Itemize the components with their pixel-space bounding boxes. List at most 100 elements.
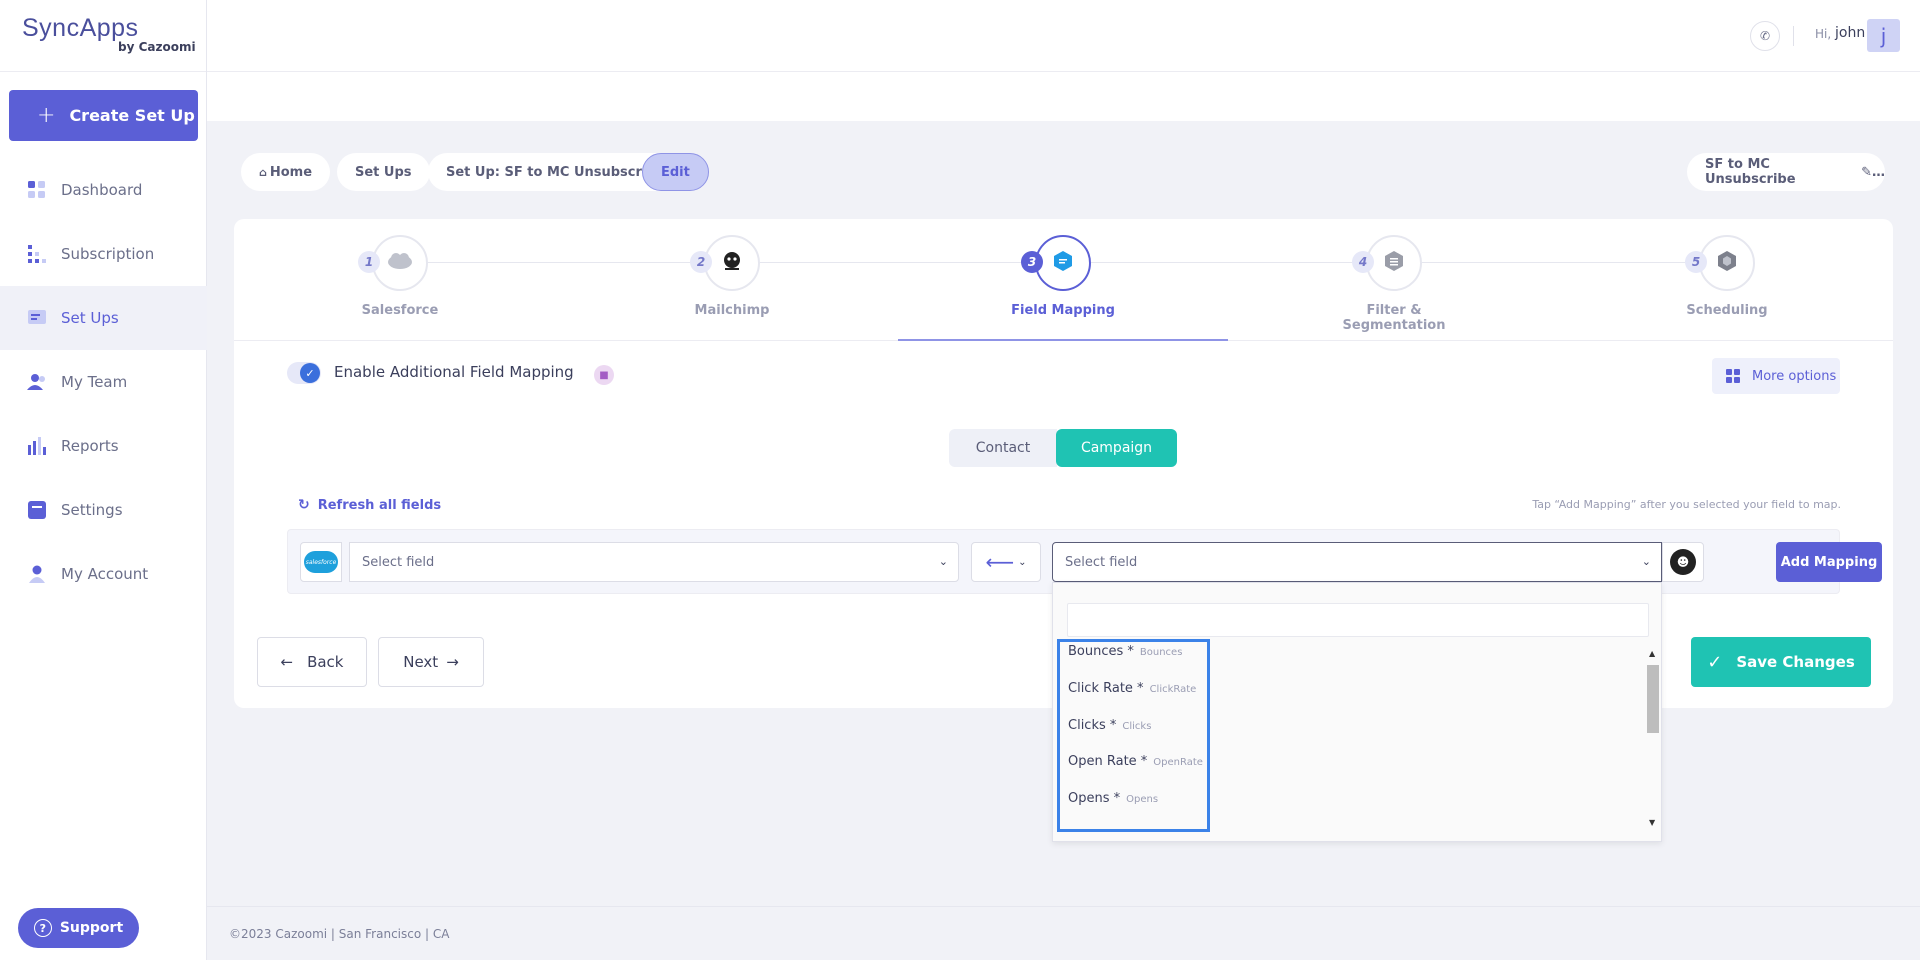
info-icon[interactable]: ■ bbox=[594, 365, 614, 385]
breadcrumb-label: Home bbox=[269, 164, 313, 180]
breadcrumb-home[interactable]: ⌂ Home bbox=[241, 153, 331, 191]
step-circle: 2 bbox=[690, 235, 760, 291]
back-button[interactable]: ← Back bbox=[257, 637, 367, 687]
filter-icon bbox=[1383, 250, 1405, 276]
salesforce-icon bbox=[387, 252, 413, 274]
brand-sub: by Cazoomi bbox=[118, 40, 196, 54]
chevron-down-icon: ⌄ bbox=[1018, 556, 1027, 568]
tab-contact[interactable]: Contact bbox=[949, 429, 1057, 467]
field-mapping-icon bbox=[1052, 250, 1074, 276]
account-icon bbox=[27, 564, 47, 584]
greeting: Hi, bbox=[1815, 27, 1832, 41]
sidebar-item-label: Set Ups bbox=[61, 309, 119, 327]
dropdown-option[interactable]: Clicks * Clicks bbox=[1068, 718, 1151, 733]
option-label: Opens * bbox=[1068, 791, 1121, 806]
scheduling-icon bbox=[1716, 250, 1738, 276]
subscription-icon bbox=[27, 244, 47, 264]
refresh-icon: ↻ bbox=[298, 497, 310, 513]
mailchimp-logo: ☻ bbox=[1662, 542, 1704, 582]
sidebar-item-subscription[interactable]: Subscription bbox=[0, 222, 207, 286]
step-scheduling[interactable]: 5 Scheduling bbox=[1657, 235, 1797, 318]
next-button[interactable]: Next → bbox=[378, 637, 484, 687]
salesforce-logo: salesforce bbox=[300, 542, 342, 582]
dropdown-option[interactable]: Opens * Opens bbox=[1068, 791, 1158, 806]
tab-campaign[interactable]: Campaign bbox=[1056, 429, 1177, 467]
step-number: 5 bbox=[1685, 251, 1707, 273]
sidebar-item-my-account[interactable]: My Account bbox=[0, 542, 207, 606]
scroll-down-icon[interactable]: ▼ bbox=[1649, 818, 1655, 827]
step-circle: 4 bbox=[1352, 235, 1422, 291]
user-name[interactable]: john bbox=[1835, 25, 1865, 41]
add-mapping-button[interactable]: Add Mapping bbox=[1776, 542, 1882, 582]
option-api: Bounces bbox=[1139, 647, 1183, 658]
option-api: ClickRate bbox=[1149, 684, 1197, 695]
avatar[interactable]: j bbox=[1867, 19, 1900, 52]
step-circle: 1 bbox=[358, 235, 428, 291]
breadcrumb-setups[interactable]: Set Ups bbox=[337, 153, 430, 191]
dropdown-option[interactable]: Click Rate * ClickRate bbox=[1068, 681, 1196, 696]
setup-name-field[interactable]: SF to MC Unsubscribe ✎… bbox=[1687, 153, 1885, 191]
sidebar-item-label: Settings bbox=[61, 501, 123, 519]
create-setup-label: Create Set Up bbox=[69, 106, 195, 125]
dropdown-search-input[interactable] bbox=[1067, 603, 1649, 637]
dropdown-scrollbar[interactable]: ▲ ▼ bbox=[1647, 647, 1659, 827]
refresh-fields-button[interactable]: ↻ Refresh all fields bbox=[298, 497, 441, 513]
step-salesforce[interactable]: 1 Salesforce bbox=[330, 235, 470, 318]
sidebar-item-my-team[interactable]: My Team bbox=[0, 350, 207, 414]
step-number: 3 bbox=[1021, 251, 1043, 273]
option-label: Click Rate * bbox=[1068, 681, 1144, 696]
option-api: Clicks bbox=[1122, 721, 1152, 732]
sidebar-item-dashboard[interactable]: Dashboard bbox=[0, 158, 207, 222]
sidebar-item-label: Reports bbox=[61, 437, 119, 455]
plus-icon: + bbox=[37, 103, 56, 128]
refresh-label: Refresh all fields bbox=[317, 497, 442, 513]
top-bar: ✆ Hi, john j bbox=[207, 0, 1920, 72]
enable-mapping-toggle[interactable]: ✓ bbox=[287, 362, 321, 384]
stepper: 1 Salesforce 2 Mailchimp 3 Field Mapping… bbox=[234, 219, 1893, 341]
option-label: Open Rate * bbox=[1068, 754, 1148, 769]
more-options-label: More options bbox=[1752, 368, 1837, 384]
breadcrumb-edit[interactable]: Edit bbox=[642, 153, 709, 191]
sub-bar bbox=[207, 72, 1920, 121]
sidebar-item-label: My Team bbox=[61, 373, 128, 391]
sidebar-nav: Dashboard Subscription Set Ups My Team R… bbox=[0, 158, 207, 606]
support-button[interactable]: ? Support bbox=[18, 908, 139, 948]
dropdown-option[interactable]: Bounces * Bounces bbox=[1068, 644, 1182, 659]
support-label: Support bbox=[59, 920, 124, 936]
field-dropdown: Bounces * Bounces Click Rate * ClickRate C… bbox=[1052, 582, 1662, 842]
sidebar-item-reports[interactable]: Reports bbox=[0, 414, 207, 478]
dashboard-icon bbox=[27, 180, 47, 200]
arrow-right-icon: → bbox=[446, 653, 459, 671]
mailchimp-icon bbox=[721, 250, 743, 276]
save-changes-button[interactable]: ✓ Save Changes bbox=[1691, 637, 1871, 687]
phone-icon[interactable]: ✆ bbox=[1750, 21, 1780, 51]
dropdown-option[interactable]: Open Rate * OpenRate bbox=[1068, 754, 1203, 769]
mailchimp-field-select[interactable]: Select field ⌄ bbox=[1052, 542, 1662, 582]
salesforce-field-select[interactable]: Select field ⌄ bbox=[349, 542, 959, 582]
dropdown-options: Bounces * Bounces Click Rate * ClickRate C… bbox=[1057, 639, 1210, 832]
step-filter-segmentation[interactable]: 4 Filter & Segmentation bbox=[1324, 235, 1464, 333]
step-label: Field Mapping bbox=[1011, 303, 1115, 318]
step-field-mapping[interactable]: 3 Field Mapping bbox=[993, 235, 1133, 318]
sidebar-item-settings[interactable]: Settings bbox=[0, 478, 207, 542]
step-mailchimp[interactable]: 2 Mailchimp bbox=[662, 235, 802, 318]
scroll-up-icon[interactable]: ▲ bbox=[1649, 649, 1655, 658]
scroll-thumb[interactable] bbox=[1647, 665, 1659, 733]
arrow-left-icon: ← bbox=[280, 653, 294, 671]
pencil-icon: ✎… bbox=[1861, 164, 1885, 180]
step-number: 2 bbox=[690, 251, 712, 273]
direction-select[interactable]: ⟵ ⌄ bbox=[971, 542, 1041, 582]
step-circle: 5 bbox=[1685, 235, 1755, 291]
sidebar-item-label: Subscription bbox=[61, 245, 155, 263]
sidebar-item-setups[interactable]: Set Ups bbox=[0, 286, 207, 350]
step-number: 1 bbox=[358, 251, 380, 273]
sidebar-item-label: My Account bbox=[61, 565, 149, 583]
brand-logo[interactable]: SyncApps by Cazoomi bbox=[0, 0, 206, 72]
create-setup-button[interactable]: + Create Set Up bbox=[9, 90, 198, 141]
footer: ©2023 Cazoomi | San Francisco | CA bbox=[207, 906, 1920, 960]
sidebar-item-label: Dashboard bbox=[61, 181, 143, 199]
step-label: Mailchimp bbox=[694, 303, 770, 318]
more-options-button[interactable]: More options bbox=[1712, 358, 1840, 394]
option-api: Opens bbox=[1126, 794, 1159, 805]
option-label: Clicks * bbox=[1068, 718, 1117, 733]
